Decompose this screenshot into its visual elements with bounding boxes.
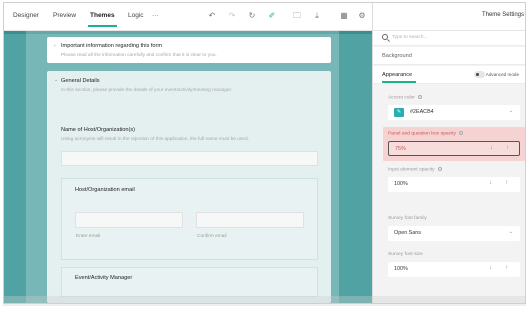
question-host-title: Name of Host/Organization(s) [61,127,135,133]
accent-color-label: Accent color [388,95,422,100]
top-toolbar: Designer Preview Themes Logic ··· ↶ ↷ ↻ … [4,3,372,31]
redo-icon[interactable]: ↷ [226,9,238,23]
panel-opacity-field[interactable]: 75% ↓ ↑ [388,141,520,156]
settings-title: Theme Settings [481,12,524,18]
active-underline [382,81,416,83]
question-manager-card: Event/Activity Manager [61,267,318,297]
font-size-value: 100% [394,266,408,272]
category-appearance[interactable]: Appearance Advanced mode [373,66,525,84]
decrease-icon[interactable]: ↓ [489,180,492,186]
category-appearance-label: Appearance [382,72,413,78]
search-icon [382,34,388,40]
general-panel-description: In this section, please provide the deta… [61,88,233,93]
settings-header: Theme Settings [373,3,525,31]
settings-icon[interactable]: ⚙ [356,9,368,23]
open-icon[interactable]: 🗀 [291,9,303,23]
theme-brush-icon[interactable]: ✐ [266,9,278,23]
enter-email-label: Enter email [76,234,101,239]
info-panel[interactable]: › Important information regarding this f… [47,37,331,63]
chevron-right-icon[interactable]: › [54,43,56,49]
advanced-mode-toggle[interactable] [474,71,485,78]
info-icon [437,167,442,171]
general-panel-title: General Details [61,78,100,84]
panel-opacity-value: 75% [395,146,406,152]
download-icon[interactable]: ⤓ [311,9,323,23]
font-family-select[interactable]: Open Sans ⌄ [388,226,520,241]
host-name-input[interactable] [61,151,318,166]
app-window: Designer Preview Themes Logic ··· ↶ ↷ ↻ … [3,2,526,304]
confirm-email-input[interactable] [196,212,304,228]
font-size-label: Survey font size [388,252,423,257]
color-swatch[interactable]: ✎ [394,108,404,117]
accent-color-field[interactable]: ✎ #2EACB4 ⌄ [388,105,520,120]
advanced-mode-label: Advanced mode [485,72,519,77]
info-icon [458,131,463,135]
font-family-value: Open Sans [394,230,421,236]
tab-themes[interactable]: Themes [88,12,117,27]
font-family-label: Survey font family [388,216,427,221]
decrease-icon[interactable]: ↓ [489,265,492,271]
accent-color-value: #2EACB4 [410,109,434,115]
question-manager-title: Event/Activity Manager [75,275,133,281]
more-tabs-button[interactable]: ··· [152,12,159,19]
info-panel-description: Please read all the information carefull… [61,53,217,58]
font-size-field[interactable]: 100% ↓ ↑ [388,262,520,277]
decrease-icon[interactable]: ↓ [490,145,493,151]
undo-icon[interactable]: ↶ [206,9,218,23]
category-background[interactable]: Background [373,47,525,65]
info-icon [417,95,422,99]
tab-logic[interactable]: Logic [128,12,144,19]
input-opacity-value: 100% [394,181,408,187]
confirm-email-label: Confirm email [197,234,227,239]
reset-icon[interactable]: ↻ [246,9,258,23]
tab-preview[interactable]: Preview [53,12,76,19]
info-panel-title: Important information regarding this for… [61,43,163,49]
question-host-description: Using acronyms will result in the reject… [61,137,249,142]
theme-settings-panel: Theme Settings Type to search... Backgro… [372,3,525,303]
chevron-down-icon[interactable]: ⌄ [509,229,513,235]
enter-email-input[interactable] [75,212,183,228]
chevron-down-icon[interactable]: ⌄ [509,108,513,114]
grid-icon[interactable]: ▦ [338,9,350,23]
search-placeholder: Type to search... [392,35,428,40]
input-opacity-field[interactable]: 100% ↓ ↑ [388,177,520,192]
input-opacity-label: Input element opacity [388,167,442,172]
panel-opacity-label: Panel and question box opacity [388,131,463,136]
tab-designer[interactable]: Designer [13,12,39,19]
chevron-down-icon[interactable]: ⌄ [54,77,58,83]
question-email-title: Host/Organization email [75,187,135,193]
survey-preview: › Important information regarding this f… [4,31,372,303]
increase-icon[interactable]: ↑ [505,180,508,186]
window-shadow [3,296,526,306]
settings-search[interactable]: Type to search... [373,31,525,46]
increase-icon[interactable]: ↑ [506,145,509,151]
increase-icon[interactable]: ↑ [505,265,508,271]
category-background-label: Background [382,53,412,59]
